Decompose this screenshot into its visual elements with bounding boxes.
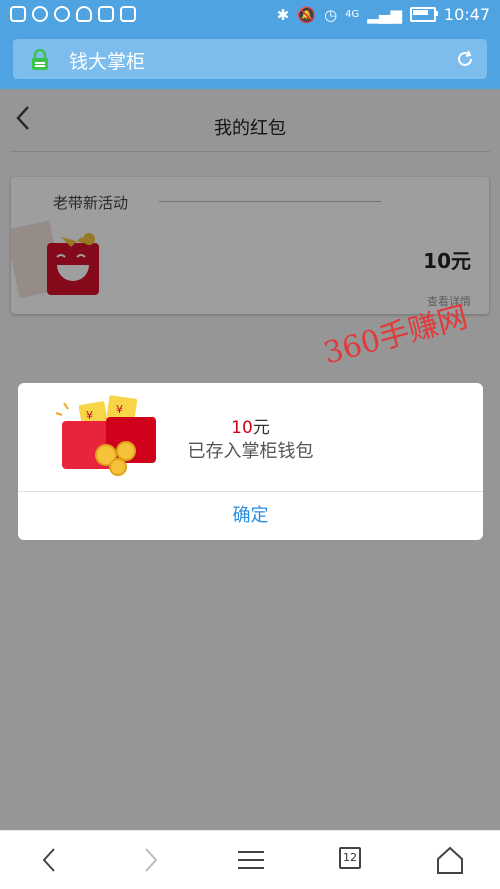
alipay-icon [10, 6, 26, 22]
bluetooth-icon: ✱ [276, 5, 290, 24]
image-icon [98, 6, 114, 22]
penguin-icon [76, 6, 92, 22]
signal-icon: ▂▄▆ [367, 5, 402, 24]
status-bar: ✱ 🔕 ◷ 4G ▂▄▆ 10:47 [0, 0, 500, 31]
forward-nav-icon[interactable] [130, 843, 170, 877]
amount-unit: 元 [252, 418, 270, 438]
alarm-icon: ◷ [324, 5, 338, 24]
battery-icon [409, 7, 438, 22]
amount-number: 10 [231, 418, 253, 438]
address-bar[interactable]: 钱大掌柜 [13, 39, 487, 79]
confirm-button[interactable]: 确定 [18, 491, 483, 540]
back-nav-icon[interactable] [30, 843, 70, 877]
home-icon[interactable] [430, 843, 470, 877]
saved-dialog: ¥ ¥ 10元 已存入掌柜钱包 确定 [18, 383, 483, 540]
dialog-amount: 10元 [18, 413, 483, 438]
app-icon [32, 6, 48, 22]
lock-icon [32, 49, 48, 70]
mute-icon: 🔕 [297, 5, 317, 24]
clock: 10:47 [443, 5, 490, 24]
tabs-count-button[interactable]: 12 [339, 847, 361, 869]
browser-toolbar: 钱大掌柜 [0, 31, 500, 89]
page-url-title: 钱大掌柜 [69, 51, 146, 73]
dialog-message: 已存入掌柜钱包 [187, 441, 314, 462]
menu-icon[interactable] [230, 843, 270, 877]
web-page: 我的红包 老带新活动 10元 查看详情 ¥ ¥ 10元 已存入掌柜钱包 确定 [0, 89, 500, 830]
qq-icon [54, 6, 70, 22]
notification-icons [10, 6, 136, 22]
trash-icon [120, 6, 136, 22]
browser-bottom-bar: 12 [0, 830, 500, 889]
refresh-icon[interactable] [455, 49, 475, 69]
network-label: 4G [345, 9, 360, 20]
